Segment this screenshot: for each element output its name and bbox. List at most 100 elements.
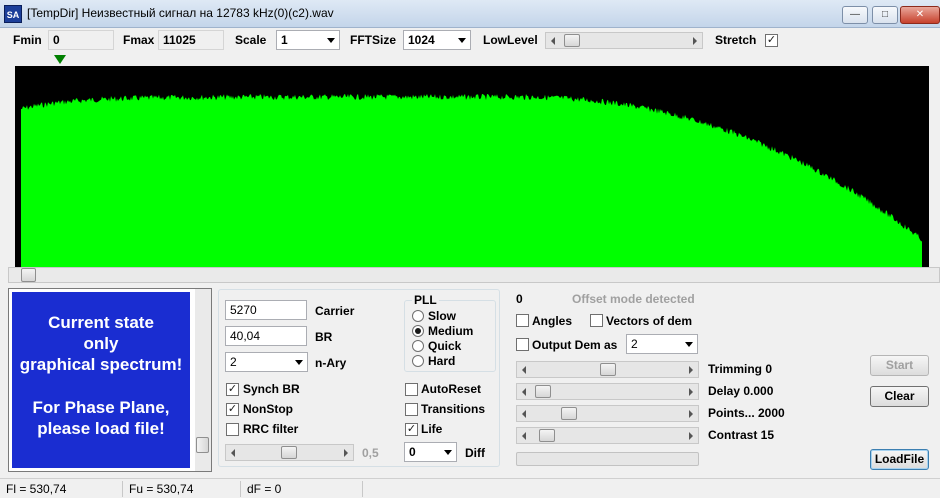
left-arrow-icon[interactable]	[522, 388, 526, 396]
rolloff-value: 0,5	[362, 446, 379, 460]
state-message: Current state only graphical spectrum! F…	[12, 292, 190, 468]
pll-title: PLL	[412, 293, 439, 307]
minimize-button[interactable]: —	[842, 6, 868, 24]
close-button[interactable]: ✕	[900, 6, 940, 24]
pll-hard-radio[interactable]	[412, 355, 424, 367]
phase-plane-panel: Current state only graphical spectrum! F…	[8, 288, 212, 472]
right-arrow-icon[interactable]	[689, 410, 693, 418]
stretch-label: Stretch	[715, 33, 757, 47]
angles-checkbox[interactable]	[516, 314, 529, 327]
lowlevel-label: LowLevel	[483, 33, 538, 47]
pll-slow-radio[interactable]	[412, 310, 424, 322]
state-line-5: please load file!	[37, 419, 165, 438]
frequency-marker-icon[interactable]	[54, 55, 66, 65]
fmin-field[interactable]: 0	[48, 30, 114, 50]
nonstop-checkbox[interactable]: ✓	[226, 403, 239, 416]
pll-medium-label: Medium	[428, 324, 474, 338]
stretch-checkbox[interactable]: ✓	[765, 34, 778, 47]
points-slider[interactable]	[516, 405, 699, 422]
pll-quick-radio[interactable]	[412, 340, 424, 352]
life-label: Life	[421, 422, 443, 436]
right-arrow-icon[interactable]	[689, 432, 693, 440]
left-arrow-icon[interactable]	[522, 410, 526, 418]
chevron-down-icon	[295, 360, 303, 365]
slider-thumb[interactable]	[281, 446, 297, 459]
state-line-1: Current state	[48, 313, 154, 332]
state-line-3: graphical spectrum!	[19, 355, 183, 374]
synch-br-checkbox[interactable]: ✓	[226, 383, 239, 396]
lowlevel-slider[interactable]	[545, 32, 703, 49]
scale-select[interactable]: 1	[276, 30, 340, 50]
scrollbar-thumb[interactable]	[21, 268, 36, 282]
slider-thumb[interactable]	[600, 363, 616, 376]
right-arrow-icon[interactable]	[689, 366, 693, 374]
scale-select-value: 1	[281, 33, 288, 47]
status-fl: Fl = 530,74	[0, 481, 123, 497]
fmin-label: Fmin	[13, 33, 42, 47]
fftsize-select-value: 1024	[408, 33, 435, 47]
slider-thumb[interactable]	[535, 385, 551, 398]
autoreset-checkbox[interactable]	[405, 383, 418, 396]
spectrum-display[interactable]	[15, 66, 929, 267]
diff-select[interactable]: 0	[404, 442, 457, 462]
delay-slider[interactable]	[516, 383, 699, 400]
rrc-filter-checkbox[interactable]	[226, 423, 239, 436]
points-label: Points... 2000	[708, 406, 785, 420]
state-line-4: For Phase Plane,	[32, 398, 170, 417]
fmax-label: Fmax	[123, 33, 155, 47]
contrast-label: Contrast 15	[708, 428, 775, 442]
output-dem-label: Output Dem as	[532, 338, 618, 352]
slider-thumb[interactable]	[539, 429, 555, 442]
left-arrow-icon[interactable]	[231, 449, 235, 457]
fmax-field[interactable]: 11025	[158, 30, 224, 50]
nary-select[interactable]: 2	[225, 352, 308, 372]
left-arrow-icon[interactable]	[551, 37, 555, 45]
clear-button[interactable]: Clear	[870, 386, 929, 407]
app-icon: SA	[4, 5, 22, 23]
restore-button[interactable]: □	[872, 6, 898, 24]
status-df: dF = 0	[241, 481, 363, 497]
title-bar[interactable]: SA [TempDir] Неизвестный сигнал на 12783…	[0, 0, 940, 28]
carrier-input[interactable]: 5270	[225, 300, 307, 320]
slider-thumb[interactable]	[564, 34, 580, 47]
fftsize-select[interactable]: 1024	[403, 30, 471, 50]
vertical-scrollbar-thumb[interactable]	[196, 437, 209, 453]
life-checkbox[interactable]: ✓	[405, 423, 418, 436]
loadfile-button[interactable]: LoadFile	[870, 449, 929, 470]
nary-select-value: 2	[230, 355, 237, 369]
right-arrow-icon[interactable]	[689, 388, 693, 396]
chevron-down-icon	[327, 38, 335, 43]
output-dem-select[interactable]: 2	[626, 334, 698, 354]
output-dem-checkbox[interactable]	[516, 338, 529, 351]
pll-quick-label: Quick	[428, 339, 462, 353]
rolloff-slider[interactable]	[225, 444, 354, 461]
offset-value: 0	[516, 292, 523, 306]
start-button[interactable]: Start	[870, 355, 929, 376]
right-arrow-icon[interactable]	[344, 449, 348, 457]
autoreset-label: AutoReset	[421, 382, 482, 396]
pll-medium-radio[interactable]	[412, 325, 424, 337]
chevron-down-icon	[685, 342, 693, 347]
state-line-2: only	[83, 334, 119, 353]
window-title: [TempDir] Неизвестный сигнал на 12783 kH…	[27, 6, 334, 20]
transitions-checkbox[interactable]	[405, 403, 418, 416]
offset-status: Offset mode detected	[572, 292, 695, 306]
trimming-slider[interactable]	[516, 361, 699, 378]
vectors-of-dem-label: Vectors of dem	[606, 314, 693, 328]
toolbar: Fmin 0 Fmax 11025 Scale 1 FFTSize 1024 L…	[0, 28, 940, 54]
left-arrow-icon[interactable]	[522, 432, 526, 440]
spectrum-scrollbar[interactable]	[8, 267, 940, 283]
br-input[interactable]: 40,04	[225, 326, 307, 346]
right-arrow-icon[interactable]	[693, 37, 697, 45]
slider-thumb[interactable]	[561, 407, 577, 420]
br-label: BR	[315, 330, 333, 344]
vectors-of-dem-checkbox[interactable]	[590, 314, 603, 327]
output-dem-select-value: 2	[631, 337, 638, 351]
status-bar: Fl = 530,74 Fu = 530,74 dF = 0	[0, 478, 940, 498]
status-fu: Fu = 530,74	[123, 481, 241, 497]
left-arrow-icon[interactable]	[522, 366, 526, 374]
panel-vertical-scrollbar[interactable]	[195, 289, 211, 471]
scale-label: Scale	[235, 33, 267, 47]
pll-hard-label: Hard	[428, 354, 456, 368]
contrast-slider[interactable]	[516, 427, 699, 444]
